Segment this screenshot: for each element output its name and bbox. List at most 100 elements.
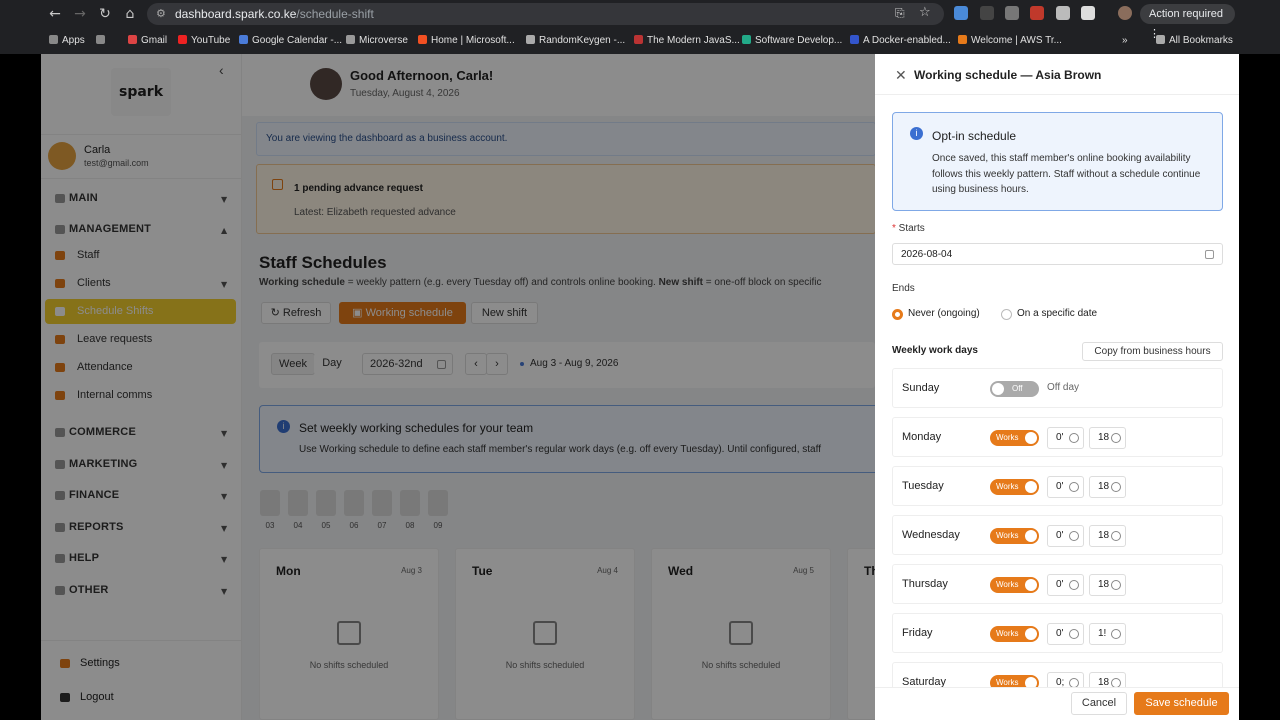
browser-chrome: ← → ↻ ⌂ ⚙ dashboard.spark.co.ke/schedule… — [0, 0, 1280, 54]
start-time-input[interactable]: 0' — [1047, 427, 1084, 449]
bookmark-aws[interactable]: Welcome | AWS Tr... — [958, 35, 1062, 46]
clock-icon — [1111, 531, 1121, 541]
day-name: Monday — [902, 431, 942, 443]
working-schedule-drawer: ✕ Working schedule — Asia Brown i Opt-in… — [875, 54, 1239, 720]
extension-icon[interactable] — [1005, 6, 1019, 20]
grid-icon[interactable] — [96, 35, 109, 46]
copy-business-hours-button[interactable]: Copy from business hours — [1082, 342, 1223, 361]
action-required-button[interactable]: Action required ⋮ — [1140, 4, 1235, 40]
day-row-friday: Friday Works 0' 1! — [892, 613, 1223, 653]
toggle-label: Works — [996, 531, 1019, 540]
end-time-input[interactable]: 18 — [1089, 427, 1126, 449]
back-icon[interactable]: ← — [46, 5, 64, 23]
toggle-knob — [1025, 530, 1037, 542]
radio-specific-date[interactable] — [1001, 309, 1012, 320]
toggle-label: Works — [996, 482, 1019, 491]
start-time-value: 0' — [1056, 579, 1064, 590]
profile-avatar-icon[interactable] — [1118, 6, 1132, 20]
start-time-input[interactable]: 0' — [1047, 623, 1084, 645]
all-bookmarks[interactable]: All Bookmarks — [1156, 35, 1233, 46]
optin-notice: i Opt-in schedule Once saved, this staff… — [892, 112, 1223, 211]
toggle-label: Works — [996, 580, 1019, 589]
day-name: Friday — [902, 627, 933, 639]
day-toggle[interactable]: Works — [990, 626, 1039, 642]
day-toggle[interactable]: Works — [990, 528, 1039, 544]
home-icon[interactable]: ⌂ — [121, 5, 139, 23]
calendar-icon — [1205, 250, 1214, 259]
extension-icon[interactable] — [980, 6, 994, 20]
cancel-button[interactable]: Cancel — [1071, 692, 1127, 715]
day-toggle[interactable]: Works — [990, 430, 1039, 446]
bookmark-microverse[interactable]: Microverse — [346, 35, 408, 46]
address-bar[interactable]: ⚙ dashboard.spark.co.ke/schedule-shift ⎘… — [147, 3, 944, 25]
url-host: dashboard.spark.co.ke — [175, 7, 297, 21]
end-time-value: 18 — [1098, 432, 1110, 443]
clock-icon — [1069, 482, 1079, 492]
radio-never-label: Never (ongoing) — [908, 308, 980, 319]
bookmark-microsoft[interactable]: Home | Microsoft... — [418, 35, 515, 46]
bookmark-docker[interactable]: A Docker-enabled... — [850, 35, 951, 46]
day-name: Wednesday — [902, 529, 960, 541]
bookmark-label: The Modern JavaS... — [647, 35, 740, 46]
start-time-input[interactable]: 0' — [1047, 525, 1084, 547]
day-toggle[interactable]: Off — [990, 381, 1039, 397]
install-icon[interactable]: ⎘ — [895, 6, 905, 21]
end-time-input[interactable]: 18 — [1089, 574, 1126, 596]
day-row-tuesday: Tuesday Works 0' 18 — [892, 466, 1223, 506]
clock-icon — [1111, 580, 1121, 590]
start-time-input[interactable]: 0' — [1047, 476, 1084, 498]
reload-icon[interactable]: ↻ — [96, 5, 114, 23]
radio-never[interactable] — [892, 309, 903, 320]
bookmark-label: Microverse — [359, 35, 408, 46]
clock-icon — [1069, 580, 1079, 590]
start-time-value: 0' — [1056, 432, 1064, 443]
start-time-value: 0' — [1056, 481, 1064, 492]
day-row-sunday: Sunday Off Off day — [892, 368, 1223, 408]
start-time-value: 0' — [1056, 628, 1064, 639]
end-time-value: 18 — [1098, 530, 1110, 541]
puzzle-icon[interactable] — [1081, 6, 1095, 20]
bookmark-youtube[interactable]: YouTube — [178, 35, 230, 46]
end-time-input[interactable]: 18 — [1089, 525, 1126, 547]
bookmark-label: Home | Microsoft... — [431, 35, 515, 46]
starts-value: 2026-08-04 — [901, 249, 953, 260]
end-time-input[interactable]: 1! — [1089, 623, 1126, 645]
bookmark-randomkeygen[interactable]: RandomKeygen -... — [526, 35, 625, 46]
day-toggle[interactable]: Works — [990, 577, 1039, 593]
site-info-icon[interactable]: ⚙ — [156, 7, 166, 20]
toggle-knob — [992, 383, 1004, 395]
bookmark-gmail[interactable]: Gmail — [128, 35, 167, 46]
day-row-monday: Monday Works 0' 18 — [892, 417, 1223, 457]
weekly-label: Weekly work days — [892, 345, 978, 356]
bookmark-modern-js[interactable]: The Modern JavaS... — [634, 35, 740, 46]
toggle-label: Works — [996, 678, 1019, 687]
starts-date-input[interactable]: 2026-08-04 — [892, 243, 1223, 265]
extension-icon[interactable] — [954, 6, 968, 20]
save-schedule-label: Save schedule — [1145, 697, 1218, 709]
bookmark-software-dev[interactable]: Software Develop... — [742, 35, 842, 46]
clock-icon — [1069, 433, 1079, 443]
clock-icon — [1069, 531, 1079, 541]
starts-label: * Starts — [892, 223, 925, 234]
bookmark-apps[interactable]: Apps — [49, 35, 85, 46]
optin-text: Once saved, this staff member's online b… — [932, 153, 1201, 195]
bookmark-label: RandomKeygen -... — [539, 35, 626, 46]
more-bookmarks-icon[interactable]: » — [1122, 35, 1128, 46]
day-toggle[interactable]: Works — [990, 479, 1039, 495]
start-time-value: 0' — [1056, 530, 1064, 541]
save-schedule-button[interactable]: Save schedule — [1134, 692, 1229, 715]
radio-specific-date-label: On a specific date — [1017, 308, 1098, 319]
divider — [875, 94, 1239, 95]
close-icon[interactable]: ✕ — [895, 67, 907, 84]
bookmark-star-icon[interactable]: ☆ — [919, 5, 931, 20]
forward-icon[interactable]: → — [71, 5, 89, 23]
extension-icon[interactable] — [1056, 6, 1070, 20]
action-required-label: Action required — [1149, 8, 1223, 20]
bookmark-label: YouTube — [191, 35, 231, 46]
bookmark-calendar[interactable]: Google Calendar -... — [239, 35, 342, 46]
bookmark-label: Welcome | AWS Tr... — [971, 35, 1062, 46]
extension-icon[interactable] — [1030, 6, 1044, 20]
end-time-input[interactable]: 18 — [1089, 476, 1126, 498]
end-time-value: 18 — [1098, 481, 1110, 492]
start-time-input[interactable]: 0' — [1047, 574, 1084, 596]
